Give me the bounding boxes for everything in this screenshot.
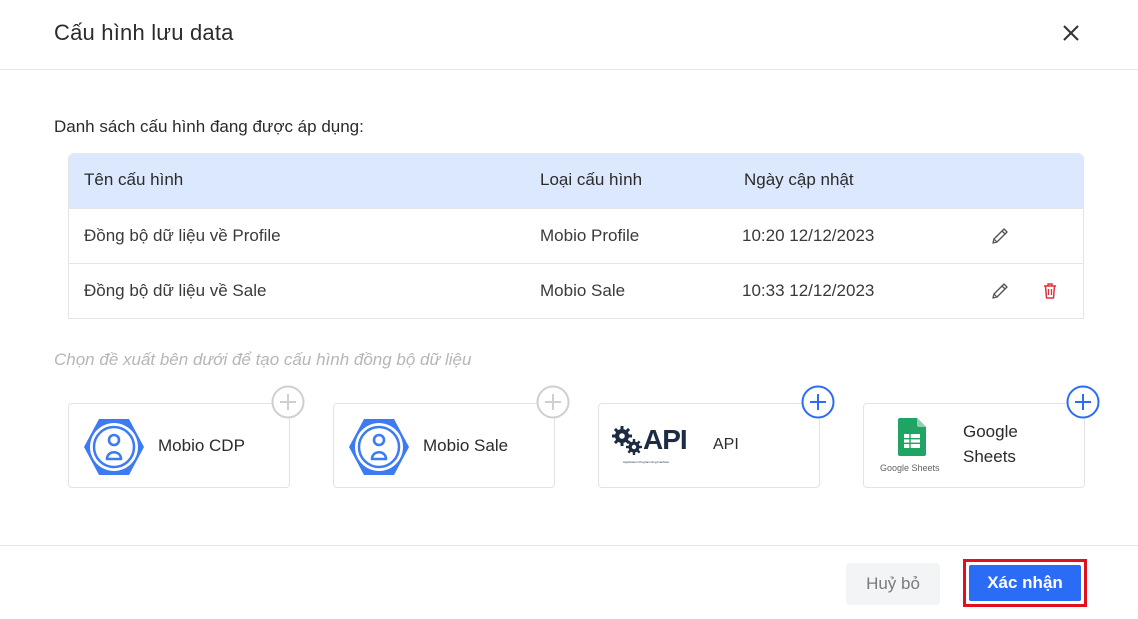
dialog-title: Cấu hình lưu data — [54, 20, 234, 45]
card-google-sheets[interactable]: Google Sheets Google Sheets — [863, 403, 1085, 488]
card-mobio-cdp[interactable]: Mobio CDP — [68, 403, 290, 488]
row-name: Đồng bộ dữ liệu về Sale — [84, 281, 267, 300]
plus-circle-icon — [536, 385, 570, 419]
plus-circle-icon — [1066, 385, 1100, 419]
dialog-header: Cấu hình lưu data — [0, 0, 1138, 70]
edit-button[interactable] — [989, 280, 1011, 302]
delete-button[interactable] — [1039, 280, 1061, 302]
gears-icon — [612, 426, 642, 455]
plus-circle-icon — [271, 385, 305, 419]
close-button[interactable] — [1058, 20, 1084, 46]
table-row: Đồng bộ dữ liệu về Profile Mobio Profile… — [69, 208, 1083, 263]
row-name: Đồng bộ dữ liệu về Profile — [84, 226, 281, 245]
config-dialog: Cấu hình lưu data Danh sách cấu hình đan… — [0, 0, 1138, 619]
plus-circle-icon — [801, 385, 835, 419]
edit-button[interactable] — [989, 225, 1011, 247]
confirm-button[interactable]: Xác nhận — [969, 565, 1081, 601]
dialog-footer: Huỷ bỏ Xác nhận — [0, 545, 1138, 619]
card-label-line1: Google — [963, 422, 1018, 441]
table-row: Đồng bộ dữ liệu về Sale Mobio Sale 10:33… — [69, 263, 1083, 318]
config-table: Tên cấu hình Loại cấu hình Ngày cập nhật… — [68, 153, 1084, 319]
row-updated: 10:20 12/12/2023 — [742, 226, 875, 245]
card-label-line2: Sheets — [963, 447, 1016, 466]
column-header-name: Tên cấu hình — [84, 170, 184, 189]
mobio-hexagon-icon — [349, 419, 409, 475]
suggestion-hint: Chọn đề xuất bên dưới để tạo cấu hình đồ… — [54, 350, 472, 369]
close-icon — [1063, 25, 1079, 41]
api-logo: API Application Programming Interface — [611, 424, 697, 470]
add-api-button[interactable] — [801, 385, 835, 419]
card-label: Mobio Sale — [423, 436, 509, 455]
table-header: Tên cấu hình Loại cấu hình Ngày cập nhật — [69, 153, 1083, 208]
confirm-highlight: Xác nhận — [963, 559, 1087, 607]
trash-icon — [1044, 283, 1056, 299]
pencil-icon — [992, 283, 1008, 299]
api-logo-caption: Application Programming Interface — [623, 460, 670, 464]
card-label: Mobio CDP — [158, 436, 245, 455]
google-sheets-icon — [898, 418, 926, 456]
add-mobio-cdp-button[interactable] — [271, 385, 305, 419]
add-mobio-sale-button[interactable] — [536, 385, 570, 419]
row-updated: 10:33 12/12/2023 — [742, 281, 875, 300]
column-header-type: Loại cấu hình — [540, 170, 643, 189]
row-type: Mobio Profile — [540, 226, 640, 245]
mobio-hexagon-icon — [84, 419, 144, 475]
add-google-sheets-button[interactable] — [1066, 385, 1100, 419]
api-logo-text: API — [643, 424, 688, 455]
applied-config-label: Danh sách cấu hình đang được áp dụng: — [54, 117, 364, 136]
column-header-updated: Ngày cập nhật — [744, 170, 854, 189]
card-api[interactable]: API Application Programming Interface AP… — [598, 403, 820, 488]
card-mobio-sale[interactable]: Mobio Sale — [333, 403, 555, 488]
pencil-icon — [992, 228, 1008, 244]
google-sheets-caption: Google Sheets — [880, 463, 940, 473]
cancel-button[interactable]: Huỷ bỏ — [846, 563, 940, 605]
row-type: Mobio Sale — [540, 281, 626, 300]
card-label: API — [713, 436, 739, 453]
